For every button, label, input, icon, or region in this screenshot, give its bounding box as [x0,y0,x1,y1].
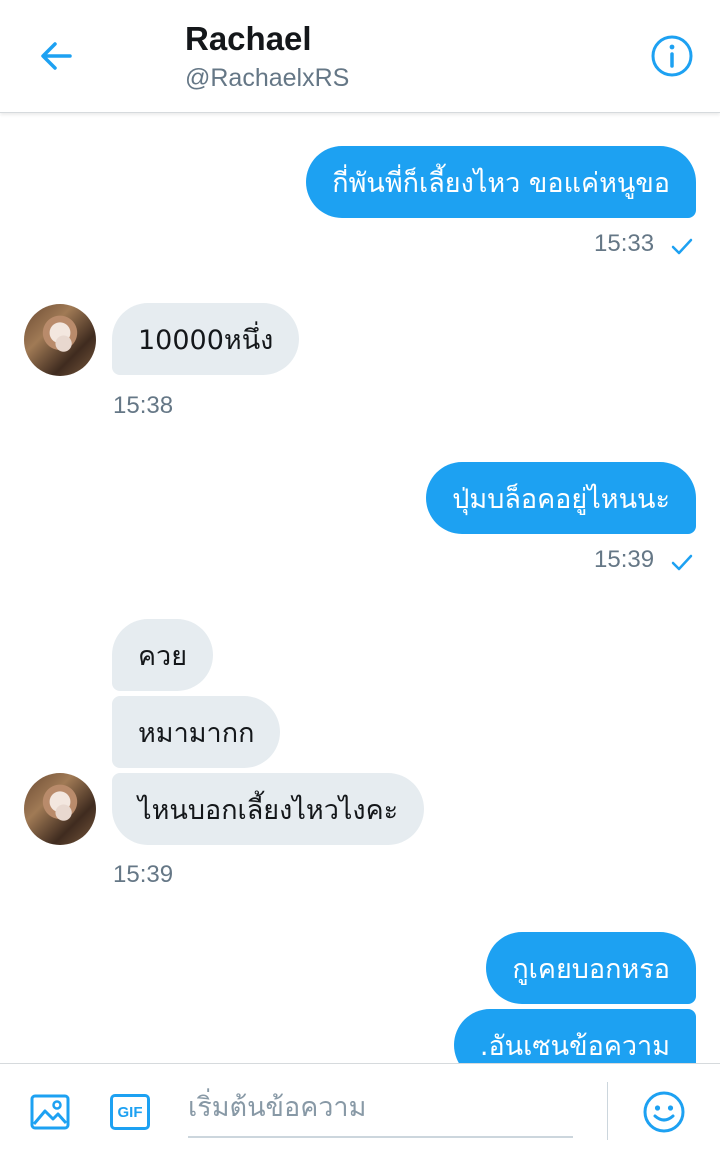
message-bubble[interactable]: หมามากก [112,696,281,768]
emoji-button[interactable] [640,1088,688,1136]
info-icon [651,35,693,77]
media-button[interactable] [26,1088,74,1136]
avatar[interactable] [24,304,96,376]
message-timestamp: 15:33 [594,230,655,257]
back-button[interactable] [24,24,88,88]
composer-divider [607,1082,608,1140]
message-bubble[interactable]: ปุ่มบล็อคอยู่ไหนนะ [426,462,696,534]
info-button[interactable] [646,30,698,82]
checkmark-icon [671,238,693,255]
message-thread[interactable]: กี่พันพี่ก็เลี้ยงไหว ขอแค่หนูขอ 15:33 10… [0,113,720,1063]
arrow-left-icon [41,42,72,70]
avatar[interactable] [24,773,96,845]
message-timestamp: 15:38 [113,392,174,419]
conversation-title[interactable]: Rachael [185,20,312,58]
message-bubble[interactable]: กี่พันพี่ก็เลี้ยงไหว ขอแค่หนูขอ [306,146,696,218]
conversation-header: Rachael @RachaelxRS [0,0,720,113]
message-bubble[interactable]: .อันเซนข้อความ [453,1009,696,1063]
message-timestamp: 15:39 [594,546,655,573]
emoji-icon [643,1091,685,1133]
conversation-handle: @RachaelxRS [185,64,350,92]
image-icon [30,1094,70,1130]
message-bubble[interactable]: ไหนบอกเลี้ยงไหวไงคะ [112,773,425,845]
gif-icon: GIF [110,1094,150,1130]
message-timestamp: 15:39 [113,861,174,888]
gif-button[interactable]: GIF [108,1092,152,1132]
message-bubble[interactable]: 10000หนึ่ง [112,303,300,375]
message-bubble[interactable]: ควย [112,619,214,691]
message-input[interactable] [188,1078,573,1138]
checkmark-icon [671,554,693,571]
message-bubble[interactable]: กูเคยบอกหรอ [486,932,696,1004]
